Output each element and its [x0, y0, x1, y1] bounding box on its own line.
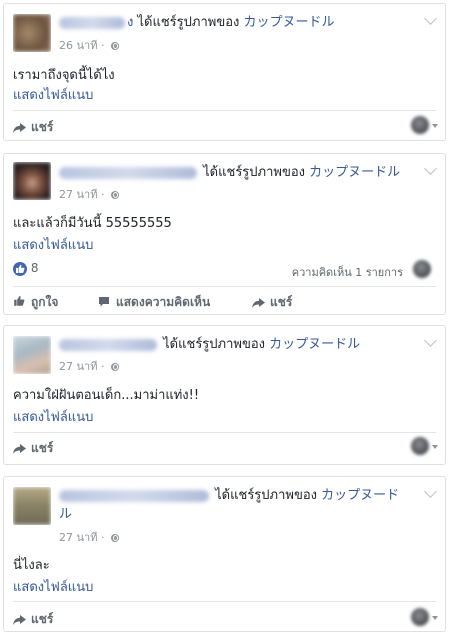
- divider: [13, 286, 436, 287]
- share-action-text: ได้แชร์รูปภาพของ: [137, 15, 240, 30]
- author-name[interactable]: [59, 338, 157, 351]
- actor-selector-avatar[interactable]: [411, 608, 429, 626]
- commenter-avatar[interactable]: [413, 260, 431, 278]
- share-label: แชร์: [31, 120, 54, 134]
- chevron-down-icon[interactable]: [424, 162, 437, 175]
- post-card: ง ได้แชร์รูปภาพของ カップヌードル 26 นาที · เรา…: [3, 3, 446, 141]
- show-attachment-link[interactable]: แสดงไฟล์แนบ: [13, 406, 93, 427]
- share-button[interactable]: แชร์: [13, 118, 53, 137]
- globe-icon: [110, 363, 119, 371]
- thumbs-up-icon: [13, 295, 25, 310]
- share-label: แชร์: [31, 441, 54, 455]
- show-attachment-link[interactable]: แสดงไฟล์แนบ: [13, 234, 93, 255]
- actor-selector-avatar[interactable]: [411, 437, 429, 455]
- caret-down-icon[interactable]: [432, 124, 438, 128]
- timestamp[interactable]: 26 นาที ·: [59, 39, 104, 52]
- author-name-tail[interactable]: ง: [127, 15, 133, 30]
- divider: [13, 110, 436, 111]
- show-attachment-link[interactable]: แสดงไฟล์แนบ: [13, 84, 93, 105]
- share-button[interactable]: แชร์: [13, 439, 53, 458]
- post-header: ได้แชร์รูปภาพของ カップヌード ル: [59, 486, 421, 524]
- author-name[interactable]: [59, 16, 125, 29]
- page-link[interactable]: カップヌード: [321, 488, 399, 503]
- avatar[interactable]: [13, 162, 51, 200]
- post-card: ได้แชร์รูปภาพของ カップヌード ル 27 นาที · นี่ไ…: [3, 476, 446, 632]
- share-icon: [13, 614, 26, 625]
- author-name[interactable]: [59, 166, 197, 179]
- comment-button[interactable]: แสดงความคิดเห็น: [98, 293, 210, 312]
- post-meta: 27 นาที ·: [59, 528, 119, 546]
- share-icon: [13, 122, 26, 133]
- chevron-down-icon[interactable]: [424, 485, 437, 498]
- avatar[interactable]: [13, 487, 51, 525]
- post-text: ความใฝ่ฝันตอนเด็ก...มาม่าแท่ง!!: [13, 388, 200, 403]
- chevron-down-icon[interactable]: [424, 12, 437, 25]
- like-reaction-icon: [13, 261, 27, 276]
- comment-count[interactable]: ความคิดเห็น 1 รายการ: [292, 263, 403, 281]
- post-meta: 27 นาที ·: [59, 185, 119, 203]
- post-header: ได้แชร์รูปภาพของ カップヌードル: [59, 163, 421, 182]
- post-text: นี่ไงละ: [13, 558, 50, 573]
- like-count: 8: [30, 261, 39, 275]
- show-attachment-link[interactable]: แสดงไฟล์แนบ: [13, 576, 93, 597]
- share-button[interactable]: แชร์: [252, 293, 292, 312]
- avatar[interactable]: [13, 14, 51, 52]
- share-action-text: ได้แชร์รูปภาพของ: [215, 488, 318, 503]
- post-header: ง ได้แชร์รูปภาพของ カップヌードル: [59, 13, 421, 32]
- divider: [13, 601, 436, 602]
- page-link[interactable]: カップヌードル: [269, 337, 360, 352]
- globe-icon: [110, 534, 119, 542]
- share-label: แชร์: [31, 612, 54, 626]
- globe-icon: [110, 42, 119, 50]
- page-link[interactable]: カップヌードル: [309, 165, 400, 180]
- divider: [13, 432, 436, 433]
- post-text: และแล้วก็มีวันนี้ 55555555: [13, 216, 172, 231]
- post-header: ได้แชร์รูปภาพของ カップヌードル: [59, 335, 421, 354]
- post-meta: 26 นาที ·: [59, 36, 119, 54]
- timestamp[interactable]: 27 นาที ·: [59, 360, 104, 373]
- avatar[interactable]: [13, 336, 51, 374]
- post-card: ได้แชร์รูปภาพของ カップヌードル 27 นาที · และแล…: [3, 153, 446, 315]
- post-meta: 27 นาที ·: [59, 357, 119, 375]
- post-card: ได้แชร์รูปภาพของ カップヌードル 27 นาที · ความใ…: [3, 325, 446, 465]
- author-name[interactable]: [59, 489, 209, 502]
- share-action-text: ได้แชร์รูปภาพของ: [203, 165, 306, 180]
- caret-down-icon[interactable]: [432, 445, 438, 449]
- actor-selector-avatar[interactable]: [411, 116, 429, 134]
- like-button[interactable]: ถูกใจ: [13, 293, 58, 312]
- timestamp[interactable]: 27 นาที ·: [59, 188, 104, 201]
- share-icon: [13, 443, 26, 454]
- comment-icon: [98, 296, 110, 310]
- share-action-text: ได้แชร์รูปภาพของ: [163, 337, 266, 352]
- share-button[interactable]: แชร์: [13, 610, 53, 629]
- reaction-summary[interactable]: 8: [13, 261, 38, 276]
- chevron-down-icon[interactable]: [424, 334, 437, 347]
- timestamp[interactable]: 27 นาที ·: [59, 531, 104, 544]
- share-label: แชร์: [270, 295, 293, 309]
- post-text: เรามาถึงจุดนี้ได้ไง: [13, 68, 115, 83]
- page-link[interactable]: カップヌードル: [244, 15, 335, 30]
- page-link-continued[interactable]: ル: [59, 507, 72, 522]
- share-icon: [252, 297, 265, 308]
- like-label: ถูกใจ: [31, 295, 59, 309]
- comment-label: แสดงความคิดเห็น: [116, 295, 211, 309]
- globe-icon: [110, 191, 119, 199]
- caret-down-icon[interactable]: [432, 616, 438, 620]
